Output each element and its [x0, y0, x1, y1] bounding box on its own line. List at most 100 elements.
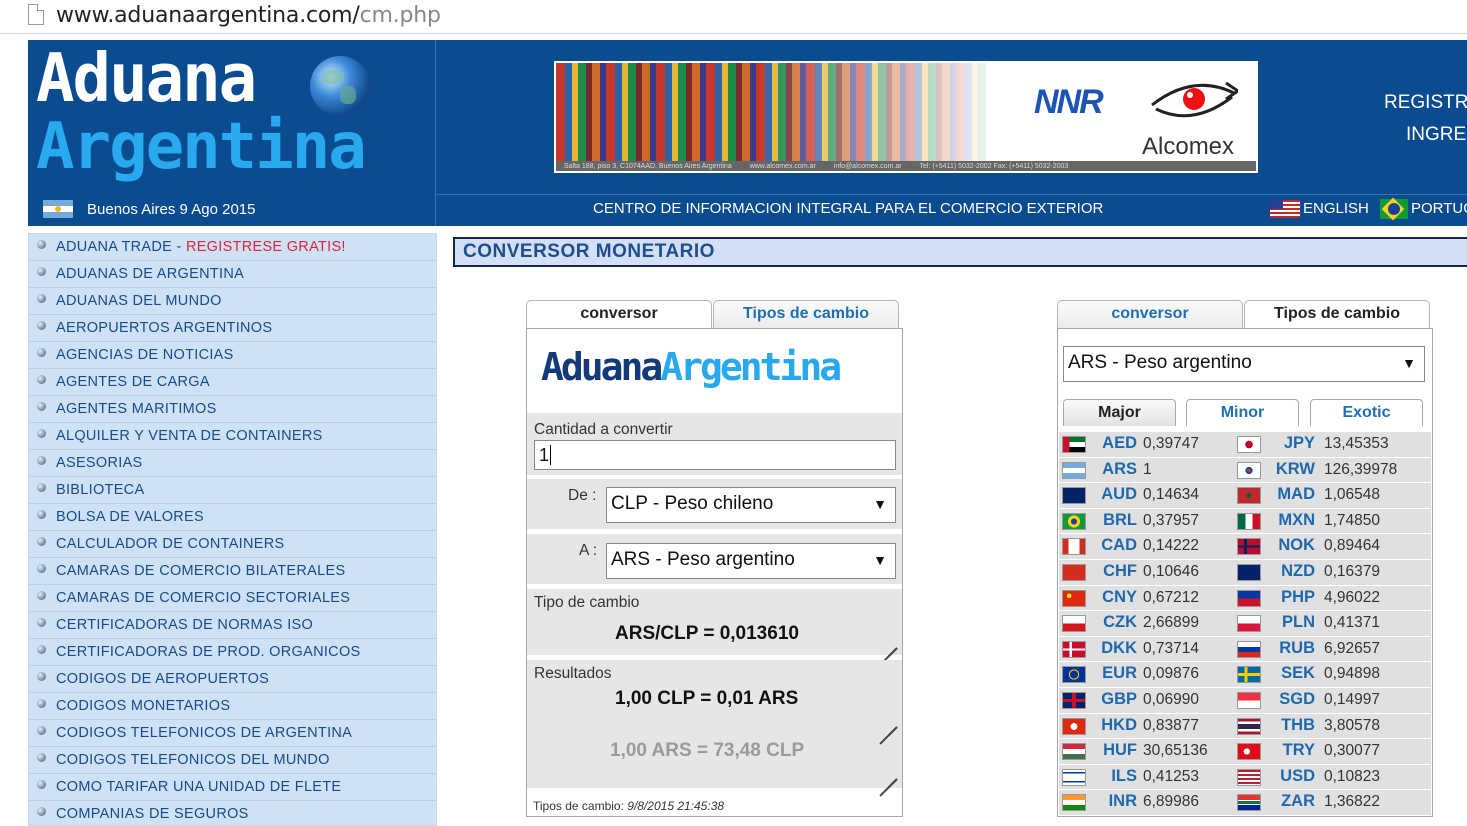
sidebar-item-como-tarifar-una-unidad-de-flete[interactable]: COMO TARIFAR UNA UNIDAD DE FLETE	[29, 774, 436, 801]
sidebar-item-aeropuertos-argentinos[interactable]: AEROPUERTOS ARGENTINOS	[29, 315, 436, 342]
lang-portuguese-link[interactable]: PORTUG	[1411, 200, 1467, 217]
sidebar-item-label: CERTIFICADORAS DE PROD. ORGANICOS	[56, 644, 361, 660]
banner-contact-strip: Salta 188, piso 3, C1074AAD, Buenos Aire…	[556, 161, 1256, 171]
currency-code[interactable]: MAD	[1267, 485, 1315, 504]
sidebar-item-codigos-de-aeropuertos[interactable]: CODIGOS DE AEROPUERTOS	[29, 666, 436, 693]
sidebar-item-aduanas-de-argentina[interactable]: ADUANAS DE ARGENTINA	[29, 261, 436, 288]
currency-code[interactable]: SGD	[1267, 690, 1315, 709]
resize-grip-icon[interactable]	[877, 629, 897, 649]
login-link[interactable]: INGRE	[1406, 124, 1466, 146]
currency-code[interactable]: NZD	[1267, 562, 1315, 581]
rate-row: DKK 0,73714 RUB 6,92657	[1059, 636, 1431, 663]
resize-grip-icon[interactable]	[877, 760, 897, 780]
bullet-icon	[37, 456, 46, 465]
sidebar-item-agentes-maritimos[interactable]: AGENTES MARITIMOS	[29, 396, 436, 423]
sidebar-item-biblioteca[interactable]: BIBLIOTECA	[29, 477, 436, 504]
currency-code[interactable]: SEK	[1267, 664, 1315, 683]
sidebar-item-companias-de-seguros[interactable]: COMPANIAS DE SEGUROS	[29, 801, 436, 825]
currency-code[interactable]: RUB	[1267, 639, 1315, 658]
sponsor-banner[interactable]: NNR Alcomex Salta 188, piso 3, C1074AAD,…	[554, 61, 1258, 173]
to-currency-select[interactable]: ARS - Peso argentino ▼	[606, 543, 896, 579]
sidebar-item-bolsa-de-valores[interactable]: BOLSA DE VALORES	[29, 504, 436, 531]
sidebar-item-alquiler-y-venta-de-containers[interactable]: ALQUILER Y VENTA DE CONTAINERS	[29, 423, 436, 450]
brazil-flag-icon	[1062, 512, 1086, 530]
currency-code[interactable]: AUD	[1089, 485, 1137, 504]
url-text[interactable]: www.aduanaargentina.com/cm.php	[56, 3, 441, 28]
currency-code[interactable]: PLN	[1267, 613, 1315, 632]
address-bar[interactable]: www.aduanaargentina.com/cm.php	[0, 0, 1467, 34]
tab-tipos-de-cambio[interactable]: Tipos de cambio	[713, 300, 899, 328]
sidebar-item-label: AGENCIAS DE NOTICIAS	[56, 347, 234, 363]
sidebar-item-certificadoras-de-prod-organicos[interactable]: CERTIFICADORAS DE PROD. ORGANICOS	[29, 639, 436, 666]
sidebar-item-label: ADUANAS DE ARGENTINA	[56, 266, 245, 282]
amount-input[interactable]: 1	[534, 440, 896, 470]
subtab-exotic[interactable]: Exotic	[1310, 399, 1423, 426]
subtab-major[interactable]: Major	[1063, 399, 1176, 426]
currency-code[interactable]: ARS	[1089, 460, 1137, 479]
tab-tipos-de-cambio[interactable]: Tipos de cambio	[1244, 300, 1430, 329]
from-currency-select[interactable]: CLP - Peso chileno ▼	[606, 487, 896, 523]
sidebar-item-camaras-de-comercio-bilaterales[interactable]: CAMARAS DE COMERCIO BILATERALES	[29, 558, 436, 585]
sidebar-item-camaras-de-comercio-sectoriales[interactable]: CAMARAS DE COMERCIO SECTORIALES	[29, 585, 436, 612]
currency-code[interactable]: CZK	[1089, 613, 1137, 632]
brazil-flag-icon[interactable]	[1380, 199, 1408, 219]
sidebar-item-certificadoras-de-normas-iso[interactable]: CERTIFICADORAS DE NORMAS ISO	[29, 612, 436, 639]
tab-conversor[interactable]: conversor	[526, 300, 712, 329]
currency-code[interactable]: ILS	[1089, 767, 1137, 786]
to-panel: A : ARS - Peso argentino ▼	[527, 534, 902, 584]
rate-row: HUF 30,65136 TRY 0,30077	[1059, 739, 1431, 765]
currency-rate: 0,83877	[1143, 716, 1200, 734]
bullet-icon	[37, 375, 46, 384]
currency-code[interactable]: DKK	[1089, 639, 1137, 658]
register-link[interactable]: REGISTR	[1384, 92, 1467, 114]
currency-code[interactable]: CNY	[1089, 588, 1137, 607]
currency-code[interactable]: HKD	[1089, 716, 1137, 735]
tab-conversor[interactable]: conversor	[1057, 300, 1243, 328]
currency-code[interactable]: NOK	[1267, 536, 1315, 555]
sidebar-item-aduanas-del-mundo[interactable]: ADUANAS DEL MUNDO	[29, 288, 436, 315]
currency-rate: 0,94898	[1324, 665, 1381, 683]
currency-code[interactable]: GBP	[1089, 690, 1137, 709]
site-logo[interactable]: Aduana Argentina Buenos Aires 9 Ago 2015	[28, 40, 436, 226]
bullet-icon	[37, 753, 46, 762]
currency-code[interactable]: TRY	[1267, 741, 1315, 760]
sidebar-item-label: ASESORIAS	[56, 455, 143, 471]
alcomex-eye-icon	[1151, 81, 1238, 118]
currency-code[interactable]: EUR	[1089, 664, 1137, 683]
currency-code[interactable]: USD	[1267, 767, 1315, 786]
lang-english-link[interactable]: ENGLISH	[1303, 200, 1369, 217]
currency-code[interactable]: KRW	[1267, 460, 1315, 479]
currency-code[interactable]: CHF	[1089, 562, 1137, 581]
rate-row: EUR 0,09876 SEK 0,94898	[1059, 662, 1431, 688]
russia-flag-icon	[1237, 640, 1261, 658]
sidebar-item-codigos-monetarios[interactable]: CODIGOS MONETARIOS	[29, 693, 436, 720]
amount-label: Cantidad a convertir	[534, 421, 673, 438]
currency-code[interactable]: JPY	[1267, 434, 1315, 453]
banner-books-image	[556, 63, 986, 161]
currency-code[interactable]: THB	[1267, 716, 1315, 735]
india-flag-icon	[1062, 794, 1086, 812]
sidebar-item-codigos-telefonicos-del-mundo[interactable]: CODIGOS TELEFONICOS DEL MUNDO	[29, 747, 436, 774]
subtab-minor[interactable]: Minor	[1186, 399, 1299, 426]
currency-code[interactable]: BRL	[1089, 511, 1137, 530]
rate-row: AUD 0,14634 MAD 1,06548	[1059, 483, 1431, 509]
currency-code[interactable]: CAD	[1089, 536, 1137, 555]
sidebar-item-agencias-de-noticias[interactable]: AGENCIAS DE NOTICIAS	[29, 342, 436, 369]
banner-email: info@alcomex.com.ar	[833, 163, 902, 170]
sidebar-item-codigos-telefonicos-de-argentina[interactable]: CODIGOS TELEFONICOS DE ARGENTINA	[29, 720, 436, 747]
sidebar-item-calculador-de-containers[interactable]: CALCULADOR DE CONTAINERS	[29, 531, 436, 558]
currency-code[interactable]: INR	[1089, 792, 1137, 811]
sidebar-item-agentes-de-carga[interactable]: AGENTES DE CARGA	[29, 369, 436, 396]
currency-code[interactable]: PHP	[1267, 588, 1315, 607]
usa-flag-icon[interactable]	[1270, 200, 1300, 218]
sidebar-item-aduana-trade[interactable]: ADUANA TRADE - REGISTRESE GRATIS!	[29, 234, 436, 261]
base-currency-select[interactable]: ARS - Peso argentino ▼	[1063, 346, 1425, 382]
bullet-icon	[37, 618, 46, 627]
currency-code[interactable]: MXN	[1267, 511, 1315, 530]
currency-code[interactable]: HUF	[1089, 741, 1137, 760]
currency-code[interactable]: AED	[1089, 434, 1137, 453]
sidebar-item-label: CODIGOS DE AEROPUERTOS	[56, 671, 270, 687]
currency-code[interactable]: ZAR	[1267, 792, 1315, 811]
resize-grip-icon[interactable]	[877, 708, 897, 728]
sidebar-item-asesorias[interactable]: ASESORIAS	[29, 450, 436, 477]
